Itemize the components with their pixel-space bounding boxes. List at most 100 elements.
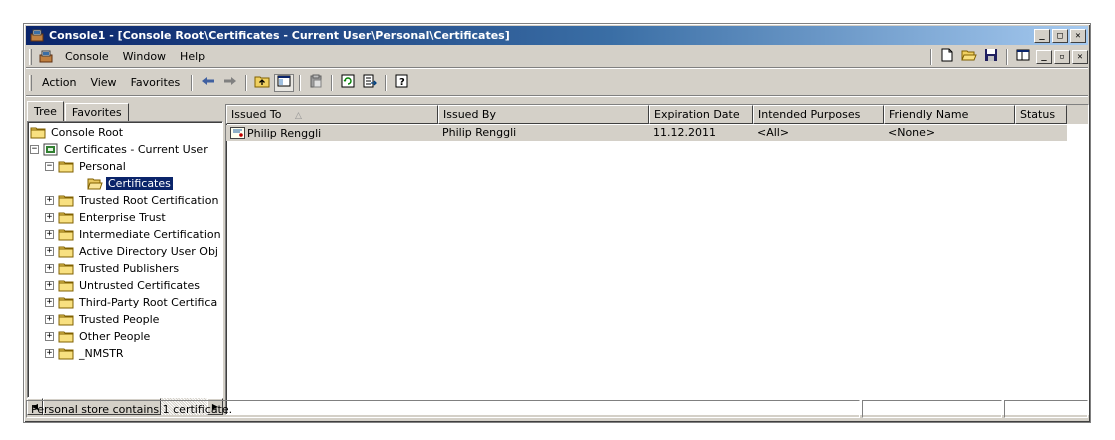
console-tree[interactable]: Console Root − Certificates - Current User…	[27, 121, 223, 398]
action-toolbar: Action View Favorites ?	[26, 70, 1088, 96]
toolbar-separator	[299, 74, 302, 91]
tree-item[interactable]: + Active Directory User Obj	[45, 243, 220, 260]
folder-icon	[58, 347, 74, 360]
show-hide-tree-button[interactable]	[274, 73, 295, 92]
tab-favorites[interactable]: Favorites	[64, 103, 129, 121]
help-icon: ?	[395, 74, 409, 91]
expand-plus-icon[interactable]: +	[45, 315, 54, 324]
console-tree-icon	[277, 75, 291, 90]
folder-icon	[58, 211, 74, 224]
tree-item[interactable]: + Intermediate Certification	[45, 226, 222, 243]
tree-item-label: Intermediate Certification	[79, 228, 221, 241]
tree-item[interactable]: + Untrusted Certificates	[45, 277, 202, 294]
tree-item[interactable]: + Other People	[45, 328, 152, 345]
help-button[interactable]: ?	[392, 74, 412, 92]
expand-plus-icon[interactable]: +	[45, 230, 54, 239]
sort-ascending-icon: △	[295, 111, 302, 121]
cell-status	[1015, 125, 1067, 141]
folder-icon	[30, 126, 46, 139]
toolbar-separator	[1006, 48, 1008, 65]
tree-item[interactable]: − Certificates - Current User	[30, 141, 210, 158]
tree-item[interactable]: + Enterprise Trust	[45, 209, 168, 226]
copy-button[interactable]	[306, 74, 326, 92]
status-bar: Personal store contains 1 certificate.	[26, 398, 1088, 420]
child-minimize-button[interactable]: _	[1036, 49, 1052, 64]
expand-plus-icon[interactable]: +	[45, 196, 54, 205]
table-row[interactable]: Philip Renggli Philip Renggli 11.12.2011…	[226, 125, 1067, 141]
toolbar-separator	[930, 48, 932, 65]
tree-item-label: Third-Party Root Certifica	[79, 296, 218, 309]
up-one-level-button[interactable]	[252, 74, 272, 92]
toolbar-separator	[385, 74, 388, 91]
expand-plus-icon[interactable]: +	[45, 332, 54, 341]
tree-item[interactable]: + Trusted People	[45, 311, 161, 328]
menu-console[interactable]: Console	[58, 50, 116, 63]
column-issued-to[interactable]: Issued To △	[226, 105, 438, 124]
expand-plus-icon[interactable]: +	[45, 247, 54, 256]
folder-up-icon	[254, 74, 270, 91]
collapse-minus-icon[interactable]: −	[45, 162, 54, 171]
column-friendly-name[interactable]: Friendly Name	[884, 105, 1015, 124]
column-expiration-date[interactable]: Expiration Date	[649, 105, 753, 124]
back-button[interactable]	[198, 74, 218, 92]
refresh-button[interactable]	[338, 74, 358, 92]
forward-button[interactable]	[220, 74, 240, 92]
menu-action[interactable]: Action	[35, 76, 83, 89]
tree-item[interactable]: + Trusted Root Certification	[45, 192, 220, 209]
refresh-icon	[341, 74, 355, 91]
tree-item-label: Other People	[79, 330, 151, 343]
console-menu-icon[interactable]	[38, 50, 54, 64]
arrow-right-icon	[223, 76, 237, 89]
open-console-button[interactable]	[959, 48, 979, 66]
title-bar[interactable]: Console1 - [Console Root\Certificates - …	[26, 26, 1088, 45]
minimize-button[interactable]: _	[1034, 28, 1050, 43]
tree-item-label: Enterprise Trust	[79, 211, 166, 224]
collapse-minus-icon[interactable]: −	[30, 145, 39, 154]
toolbar-separator	[191, 74, 194, 91]
add-remove-snapin-button[interactable]	[1013, 48, 1033, 66]
menu-help[interactable]: Help	[173, 50, 212, 63]
export-list-button[interactable]	[360, 74, 380, 92]
tab-tree[interactable]: Tree	[27, 101, 64, 121]
save-console-button[interactable]	[981, 48, 1001, 66]
toolbar-grip[interactable]	[29, 74, 32, 91]
column-label: Issued To	[231, 108, 282, 121]
certificate-list[interactable]: Issued To △ Issued By Expiration Date In…	[225, 104, 1089, 415]
snapin-window-icon	[1016, 49, 1030, 64]
menu-favorites[interactable]: Favorites	[124, 76, 188, 89]
column-status[interactable]: Status	[1015, 105, 1067, 124]
new-console-button[interactable]	[937, 48, 957, 66]
tree-item[interactable]: + Trusted Publishers	[45, 260, 181, 277]
window-title: Console1 - [Console Root\Certificates - …	[49, 29, 510, 42]
expand-plus-icon[interactable]: +	[45, 213, 54, 222]
menu-window[interactable]: Window	[116, 50, 173, 63]
export-list-icon	[363, 74, 378, 91]
expand-plus-icon[interactable]: +	[45, 281, 54, 290]
tree-item[interactable]: Console Root	[30, 124, 125, 141]
cell-issued-by: Philip Renggli	[442, 126, 517, 139]
menu-view[interactable]: View	[83, 76, 123, 89]
tree-item[interactable]: − Personal	[45, 158, 128, 175]
maximize-button[interactable]: □	[1052, 28, 1068, 43]
close-button[interactable]: ✕	[1070, 28, 1086, 43]
child-restore-button[interactable]: ▫	[1054, 49, 1070, 64]
status-pane-2	[862, 400, 1002, 418]
menu-grip[interactable]	[29, 48, 32, 65]
column-intended-purposes[interactable]: Intended Purposes	[753, 105, 884, 124]
clipboard-icon	[309, 74, 323, 91]
tree-item-label: Certificates	[105, 176, 174, 191]
column-issued-by[interactable]: Issued By	[438, 105, 649, 124]
expand-plus-icon[interactable]: +	[45, 264, 54, 273]
folder-icon	[58, 296, 74, 309]
tree-item[interactable]: + Third-Party Root Certifica	[45, 294, 219, 311]
folder-icon	[58, 313, 74, 326]
tree-item[interactable]: + _NMSTR	[45, 345, 126, 362]
child-close-button[interactable]: ✕	[1072, 49, 1088, 64]
tree-item-label: Certificates - Current User	[64, 143, 208, 156]
folder-icon	[58, 194, 74, 207]
expand-plus-icon[interactable]: +	[45, 298, 54, 307]
tree-item[interactable]: Certificates	[74, 175, 174, 192]
expand-plus-icon[interactable]: +	[45, 349, 54, 358]
tree-item-label: Active Directory User Obj	[79, 245, 218, 258]
folder-icon	[58, 279, 74, 292]
